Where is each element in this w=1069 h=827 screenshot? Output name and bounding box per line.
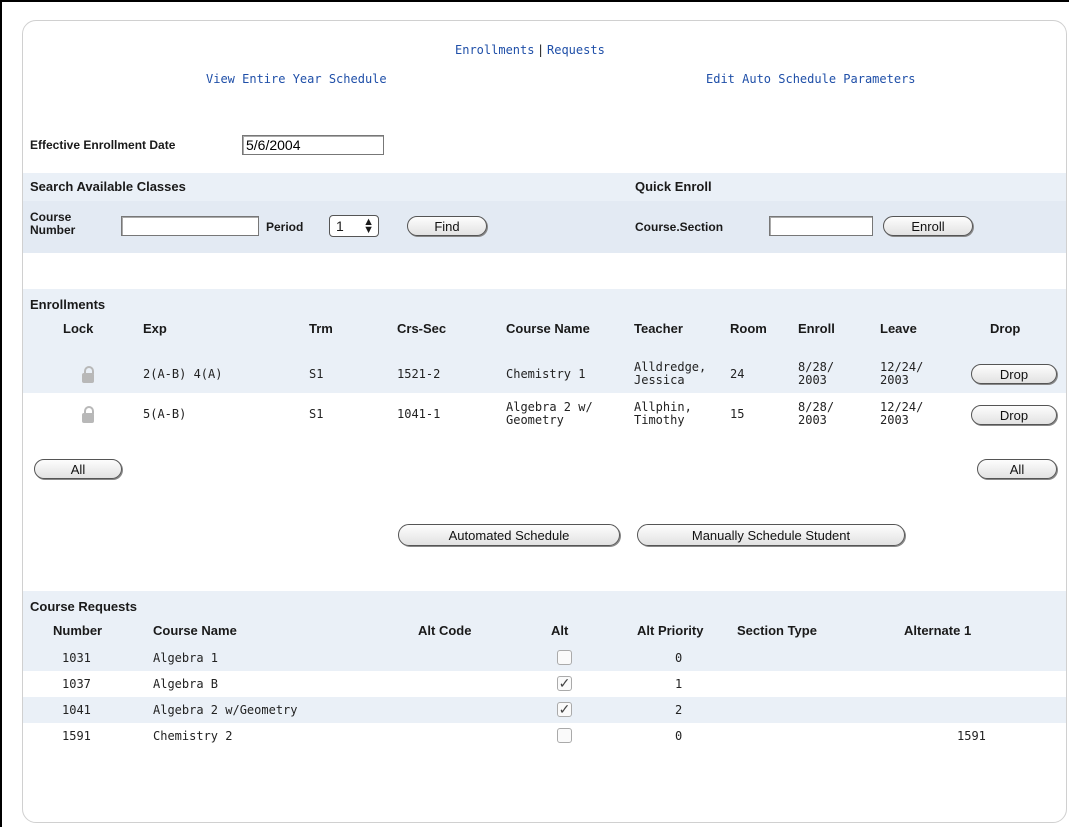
window-frame-left [0, 0, 2, 827]
row-exp: 2(A-B) 4(A) [143, 367, 223, 381]
period-label: Period [266, 220, 304, 234]
lock-icon[interactable] [82, 406, 94, 423]
drop-button[interactable]: Drop [971, 364, 1057, 384]
col-lock: Lock [63, 321, 94, 336]
search-title: Search Available Classes [30, 179, 186, 194]
enrollments-title: Enrollments [30, 297, 106, 312]
period-value: 1 [336, 218, 344, 234]
col-alt-priority: Alt Priority [637, 623, 704, 638]
row-teacher-first: Timothy [634, 413, 685, 427]
nav-separator: | [537, 43, 545, 57]
col-trm: Trm [309, 321, 333, 336]
automated-schedule-button[interactable]: Automated Schedule [398, 524, 620, 546]
request-course-name: Algebra B [153, 677, 219, 691]
request-number: 1031 [62, 651, 91, 665]
effective-date-input[interactable] [242, 135, 384, 155]
period-select[interactable]: 1 ▲ ▼ [329, 215, 379, 237]
row-leave-date-2: 2003 [880, 413, 909, 427]
select-all-lock-button[interactable]: All [34, 459, 122, 479]
row-crs-sec: 1041-1 [397, 407, 441, 421]
request-alt-priority: 0 [675, 729, 683, 743]
alt-checkbox[interactable] [557, 650, 572, 665]
request-alt-priority: 2 [675, 703, 683, 717]
drop-all-button[interactable]: All [977, 459, 1057, 479]
request-alt-priority: 0 [675, 651, 683, 665]
col-drop: Drop [990, 321, 1021, 336]
col-number: Number [53, 623, 103, 638]
request-course-name: Algebra 2 w/Geometry [153, 703, 298, 717]
edit-auto-schedule-link[interactable]: Edit Auto Schedule Parameters [706, 72, 916, 86]
request-number: 1591 [62, 729, 91, 743]
row-course-name-2: Geometry [506, 413, 564, 427]
drop-button[interactable]: Drop [971, 405, 1057, 425]
col-course-name: Course Name [506, 321, 590, 336]
col-room: Room [730, 321, 767, 336]
checkmark-icon: ✓ [558, 701, 571, 717]
request-number: 1041 [62, 703, 91, 717]
row-enroll-date-2: 2003 [798, 413, 827, 427]
select-arrows-icon: ▲ ▼ [363, 216, 374, 236]
window-frame-top [0, 0, 1069, 2]
schedule-panel: Enrollments | Requests View Entire Year … [22, 20, 1067, 823]
find-button[interactable]: Find [407, 216, 487, 236]
row-enroll-date-2: 2003 [798, 373, 827, 387]
col-leave: Leave [880, 321, 917, 336]
row-course-name: Chemistry 1 [506, 367, 586, 381]
row-exp: 5(A-B) [143, 407, 187, 421]
col-alt-code: Alt Code [418, 623, 472, 638]
row-teacher-first: Jessica [634, 373, 685, 387]
request-alt-priority: 1 [675, 677, 683, 691]
col-teacher: Teacher [634, 321, 683, 336]
checkmark-icon: ✓ [558, 675, 571, 691]
enrollments-link[interactable]: Enrollments [455, 43, 534, 57]
quick-enroll-title: Quick Enroll [635, 179, 712, 194]
col-crs-sec: Crs-Sec [397, 321, 447, 336]
col-section-type: Section Type [737, 623, 817, 638]
row-trm: S1 [309, 407, 324, 421]
alt-checkbox[interactable]: ✓ [557, 702, 572, 717]
alt-checkbox[interactable]: ✓ [557, 676, 572, 691]
course-section-input[interactable] [769, 216, 873, 236]
row-leave-date-2: 2003 [880, 373, 909, 387]
lock-icon[interactable] [82, 366, 94, 383]
requests-title: Course Requests [30, 599, 137, 614]
effective-date-label: Effective Enrollment Date [30, 138, 176, 152]
view-entire-year-link[interactable]: View Entire Year Schedule [206, 72, 387, 86]
row-crs-sec: 1521-2 [397, 367, 441, 381]
manually-schedule-button[interactable]: Manually Schedule Student [637, 524, 905, 546]
alt-checkbox[interactable] [557, 728, 572, 743]
course-number-label-2: Number [30, 223, 76, 237]
request-course-name: Chemistry 2 [153, 729, 233, 743]
row-trm: S1 [309, 367, 324, 381]
col-exp: Exp [143, 321, 167, 336]
row-room: 24 [730, 367, 745, 381]
enroll-button[interactable]: Enroll [883, 216, 973, 236]
course-number-input[interactable] [121, 216, 259, 236]
requests-link[interactable]: Requests [547, 43, 605, 57]
col-alternate-1: Alternate 1 [904, 623, 972, 638]
col-enroll: Enroll [798, 321, 835, 336]
col-alt: Alt [551, 623, 569, 638]
request-number: 1037 [62, 677, 91, 691]
course-section-label: Course.Section [635, 220, 724, 234]
request-course-name: Algebra 1 [153, 651, 219, 665]
row-room: 15 [730, 407, 745, 421]
col-request-course-name: Course Name [153, 623, 237, 638]
request-alternate-1: 1591 [957, 729, 986, 743]
